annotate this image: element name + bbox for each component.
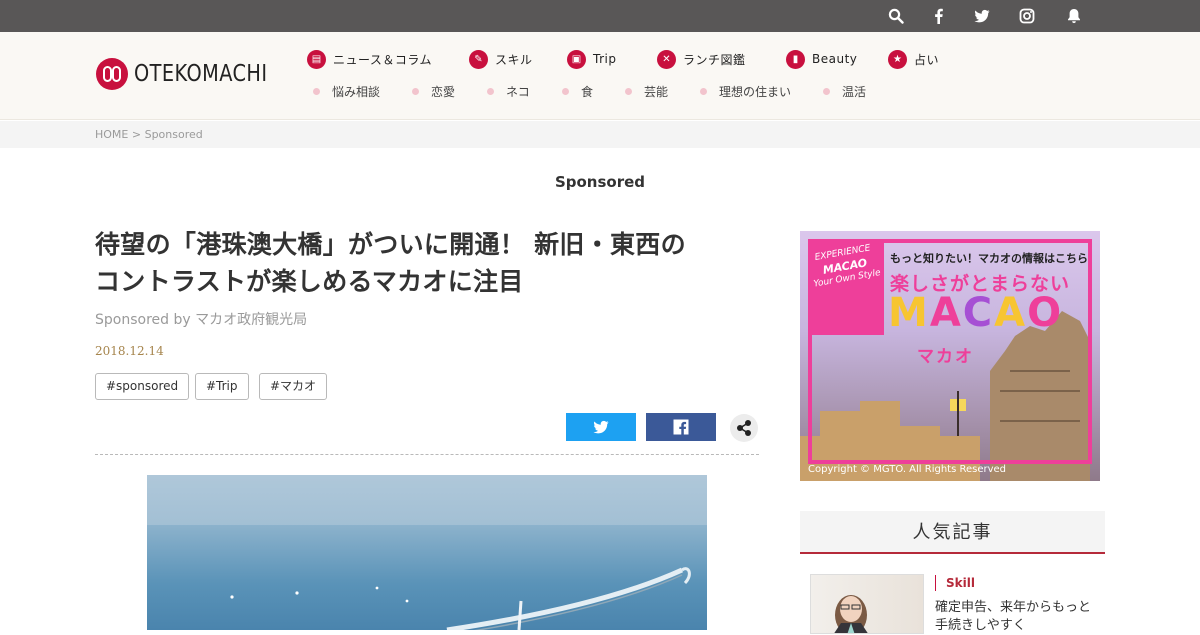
bullet-dot-icon [625,87,632,95]
logo-mark-icon [96,58,128,90]
subnav-label: 理想の住まい [719,84,792,99]
instagram-icon[interactable] [1019,8,1035,24]
subnav-item-entertainment[interactable]: 芸能 [625,83,668,99]
site-logo[interactable]: OTEKOMACHI [96,57,293,91]
bullet-dot-icon [823,87,830,95]
section-title: Sponsored [554,173,646,191]
hero-image-bridge [147,475,707,630]
popular-heading: 人気記事 [800,511,1105,554]
tag-sponsored[interactable]: #sponsored [95,373,190,400]
breadcrumb-bar: HOME > Sponsored [0,121,1200,148]
search-icon[interactable] [888,8,904,24]
subnav-item-cat[interactable]: ネコ [487,83,530,99]
subnav-item-warming[interactable]: 温活 [823,83,866,99]
subnav-label: ネコ [506,84,530,99]
ad-top-text: もっと知りたい！マカオの情報はこちら [890,252,1088,265]
article-date: 2018.12.14 [95,344,164,358]
subnav-item-love[interactable]: 恋愛 [412,83,455,99]
suitcase-icon: ▣ [567,49,586,69]
bell-icon[interactable] [1066,8,1082,24]
logo-text: OTEKOMACHI [134,61,268,87]
ad-macao-letter: A [994,290,1028,336]
popular-item-category[interactable]: Skill [935,575,975,591]
nav-label: Trip [593,52,617,66]
ad-macao-letter: C [962,290,995,336]
share-icon [737,420,751,436]
cutlery-icon: ✕ [657,49,676,69]
twitter-share-button[interactable] [566,413,636,441]
article-title: 待望の「港珠澳大橋」がついに開通！ 新旧・東西の コントラストが楽しめるマカオに… [95,226,765,300]
nav-label: Beauty [812,52,858,66]
article-divider [95,454,759,455]
nav-item-lunch[interactable]: ✕ ランチ図鑑 [657,49,746,69]
nav-item-trip[interactable]: ▣ Trip [567,49,616,69]
bullet-dot-icon [487,87,494,95]
facebook-share-button[interactable] [646,413,716,441]
star-icon: ★ [888,49,907,69]
ad-kana: マカオ [917,347,974,367]
nav-item-skill[interactable]: ✎ スキル [469,49,533,69]
bullet-dot-icon [562,87,569,95]
nav-label: スキル [495,52,533,67]
popular-item-thumbnail[interactable] [810,574,924,634]
site-header: OTEKOMACHI [0,32,1200,120]
article-title-line1: 待望の「港珠澳大橋」がついに開通！ 新旧・東西の [95,230,686,259]
share-button[interactable] [730,414,758,442]
newspaper-icon: ▤ [307,49,326,69]
subnav-item-food[interactable]: 食 [562,83,593,99]
ad-macao-wordmark: MACAO [888,289,1063,337]
ad-macao-letter: A [929,290,963,336]
nav-item-fortune[interactable]: ★ 占い [888,49,939,69]
nav-label: 占い [914,52,940,67]
tag-trip[interactable]: #Trip [195,373,249,400]
subnav-item-advice[interactable]: 悩み相談 [313,83,380,99]
ad-macao-letter: O [1027,290,1064,336]
bullet-dot-icon [700,87,707,95]
bullet-dot-icon [412,87,419,95]
breadcrumb[interactable]: HOME > Sponsored [95,128,203,141]
top-utility-bar [0,0,1200,32]
subnav-item-housing[interactable]: 理想の住まい [700,83,791,99]
subnav-label: 食 [581,84,594,99]
nav-label: ランチ図鑑 [683,52,746,67]
popular-heading-text: 人気記事 [912,522,993,543]
subnav-label: 温活 [842,84,867,99]
facebook-icon[interactable] [931,8,947,24]
pencil-icon: ✎ [469,49,488,69]
bullet-dot-icon [313,87,320,95]
nav-item-beauty[interactable]: ▮ Beauty [786,49,857,69]
article-byline: Sponsored by マカオ政府観光局 [95,312,308,328]
subnav-label: 恋愛 [431,84,456,99]
article-title-line2: コントラストが楽しめるマカオに注目 [95,267,524,296]
ad-macao-letter: M [888,290,930,336]
macao-ad-banner[interactable]: EXPERIENCE MACAO Your Own Style もっと知りたい！… [800,231,1100,481]
lipstick-icon: ▮ [786,49,805,69]
tag-macao[interactable]: #マカオ [259,373,328,400]
ad-copyright: Copyright © MGTO. All Rights Reserved [808,464,1007,475]
twitter-icon[interactable] [974,8,990,24]
subnav-label: 芸能 [644,84,669,99]
twitter-icon [593,420,609,434]
nav-label: ニュース＆コラム [333,52,433,67]
subnav-label: 悩み相談 [332,84,381,99]
nav-item-news[interactable]: ▤ ニュース＆コラム [307,49,432,69]
facebook-icon [673,419,689,435]
